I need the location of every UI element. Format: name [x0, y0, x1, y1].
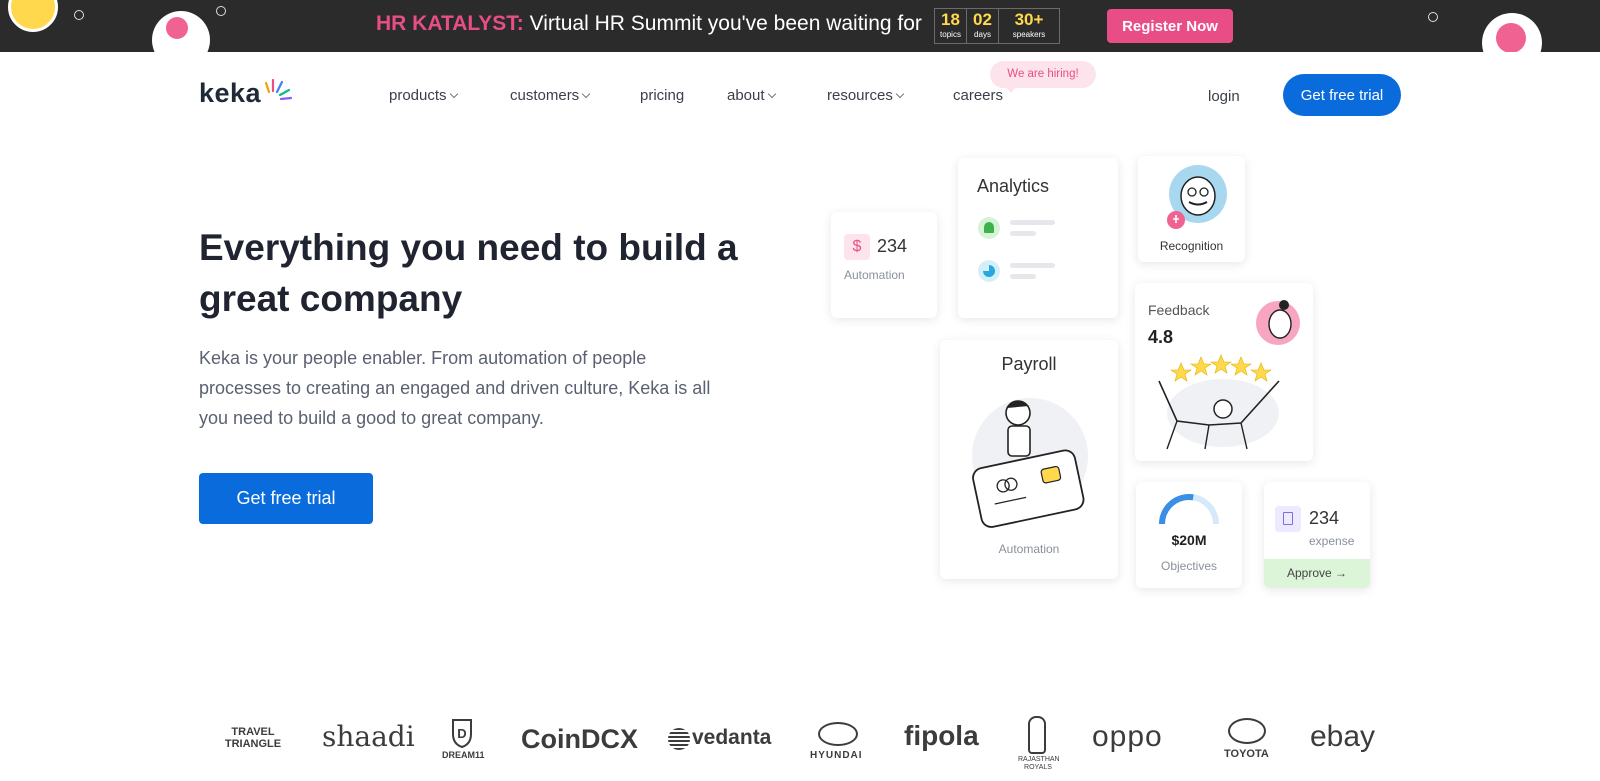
- nav-products[interactable]: products: [389, 87, 458, 104]
- logo-coindcx: CoinDCX: [521, 724, 638, 754]
- chevron-down-icon: [449, 89, 458, 99]
- promo-banner: HR KATALYST: Virtual HR Summit you've be…: [0, 0, 1600, 52]
- pie-chart-icon: [978, 260, 1000, 282]
- svg-text:D: D: [457, 726, 466, 741]
- analytics-bar: [1010, 263, 1055, 268]
- chevron-down-icon: [895, 89, 905, 99]
- banner-decoration-ring: [1428, 12, 1438, 22]
- register-now-button[interactable]: Register Now: [1107, 9, 1233, 43]
- dollar-icon: $: [844, 234, 870, 260]
- objectives-value: $20M: [1171, 532, 1207, 548]
- counter-value: 18: [941, 10, 960, 29]
- logo-fipola: fipola: [904, 720, 979, 751]
- nav-label: customers: [510, 87, 580, 104]
- logo-rajasthan-royals: RAJASTHAN ROYALS: [1018, 756, 1060, 771]
- logo-ebay: ebay: [1310, 720, 1376, 753]
- hyundai-emblem-icon: [818, 722, 858, 746]
- banner-decoration-ring: [216, 6, 226, 16]
- feedback-avatar-icon: [1256, 300, 1300, 345]
- counter-value: 30+: [1014, 10, 1044, 29]
- client-logos-strip: TRAVEL TRIANGLE shaadi DREAM11 D CoinDCX…: [0, 712, 1600, 771]
- banner-headline: HR KATALYST: Virtual HR Summit you've be…: [376, 12, 922, 36]
- banner-highlight: HR KATALYST:: [376, 12, 524, 35]
- payroll-label: Automation: [998, 542, 1060, 556]
- logo-oppo: oppo: [1092, 720, 1163, 753]
- analytics-bar: [1010, 220, 1055, 225]
- banner-decoration-gear: [1482, 13, 1542, 52]
- analytics-bar: [1010, 231, 1036, 236]
- counter-label: days: [974, 30, 991, 39]
- nav-label: pricing: [640, 87, 685, 104]
- chevron-down-icon: [767, 89, 776, 99]
- dream11-shield-icon: D: [452, 719, 472, 748]
- expense-card: 234 expense Approve →: [1264, 482, 1370, 588]
- nav-pricing[interactable]: pricing: [640, 87, 684, 104]
- objectives-label: Objectives: [1160, 559, 1218, 573]
- banner-decoration-ring: [74, 10, 84, 20]
- counter-days: 02 days: [967, 9, 999, 43]
- login-link[interactable]: login: [1208, 88, 1240, 105]
- recognition-label: Recognition: [1159, 239, 1224, 253]
- objectives-card: $20M Objectives: [1136, 482, 1242, 588]
- counter-topics: 18 topics: [935, 9, 967, 43]
- approve-label: Approve: [1286, 566, 1332, 580]
- banner-decoration-heart: [152, 11, 210, 52]
- expense-label: expense: [1309, 534, 1355, 548]
- logo-dream11: DREAM11: [442, 750, 485, 760]
- get-free-trial-nav-button[interactable]: Get free trial: [1283, 74, 1401, 116]
- automation-card: $ 234 Automation: [831, 212, 937, 318]
- nav-label: careers: [953, 87, 1004, 104]
- arrow-right-icon: →: [1335, 566, 1348, 580]
- nav-label: about: [727, 87, 765, 104]
- payroll-title: Payroll: [1001, 354, 1057, 374]
- feedback-rating: 4.8: [1148, 327, 1174, 347]
- hiring-badge[interactable]: We are hiring!: [990, 61, 1096, 93]
- payroll-illustration: [972, 398, 1088, 528]
- toyota-emblem-icon: [1228, 718, 1266, 744]
- keka-logo[interactable]: keka: [199, 78, 261, 109]
- logo-spark-icon: [264, 78, 293, 101]
- analytics-bar: [1010, 274, 1036, 279]
- nav-careers[interactable]: careers: [953, 87, 1003, 104]
- logo-hyundai: HYUNDAI: [810, 750, 863, 761]
- event-counters: 18 topics 02 days 30+ speakers: [934, 8, 1060, 44]
- vedanta-globe-icon: [668, 728, 690, 750]
- counter-speakers: 30+ speakers: [999, 9, 1059, 43]
- feedback-card: Feedback 4.8: [1135, 283, 1313, 461]
- logo-travel-triangle: TRAVEL TRIANGLE: [224, 726, 282, 750]
- counter-label: speakers: [1012, 30, 1046, 39]
- automation-label: Automation: [844, 268, 905, 282]
- objectives-gauge: [1159, 494, 1219, 525]
- nav-resources[interactable]: resources: [827, 87, 905, 104]
- approve-button[interactable]: Approve →: [1264, 559, 1370, 588]
- five-stars-illustration: [1158, 354, 1280, 450]
- expense-value: 234: [1309, 508, 1340, 528]
- rajasthan-royals-crest-icon: [1028, 716, 1046, 754]
- payroll-card: Payroll Automation: [940, 340, 1118, 579]
- chevron-down-icon: [581, 89, 591, 99]
- analytics-title: Analytics: [977, 176, 1050, 196]
- banner-decoration-coin: [8, 0, 58, 32]
- nav-label: products: [389, 87, 447, 104]
- nav-label: resources: [827, 87, 893, 104]
- receipt-icon: [1275, 506, 1301, 532]
- logo-toyota: TOYOTA: [1224, 748, 1269, 760]
- hero-title: Everything you need to build a great com…: [199, 227, 738, 319]
- banner-text: Virtual HR Summit you've been waiting fo…: [529, 12, 922, 35]
- logo-vedanta: vedanta: [692, 726, 772, 749]
- hero-description: Keka is your people enabler. From automa…: [199, 348, 711, 428]
- analytics-card: Analytics: [958, 158, 1118, 318]
- automation-value: 234: [877, 236, 908, 256]
- recognition-avatar-icon: [1167, 165, 1227, 229]
- nav-customers[interactable]: customers: [510, 87, 591, 104]
- counter-value: 02: [973, 10, 992, 29]
- counter-label: topics: [940, 30, 961, 39]
- feedback-title: Feedback: [1148, 302, 1210, 318]
- bell-icon: [978, 217, 1000, 239]
- recognition-card: Recognition: [1138, 156, 1245, 262]
- logo-shaadi: shaadi: [322, 720, 415, 753]
- get-free-trial-hero-button[interactable]: Get free trial: [199, 473, 373, 524]
- nav-about[interactable]: about: [727, 87, 776, 104]
